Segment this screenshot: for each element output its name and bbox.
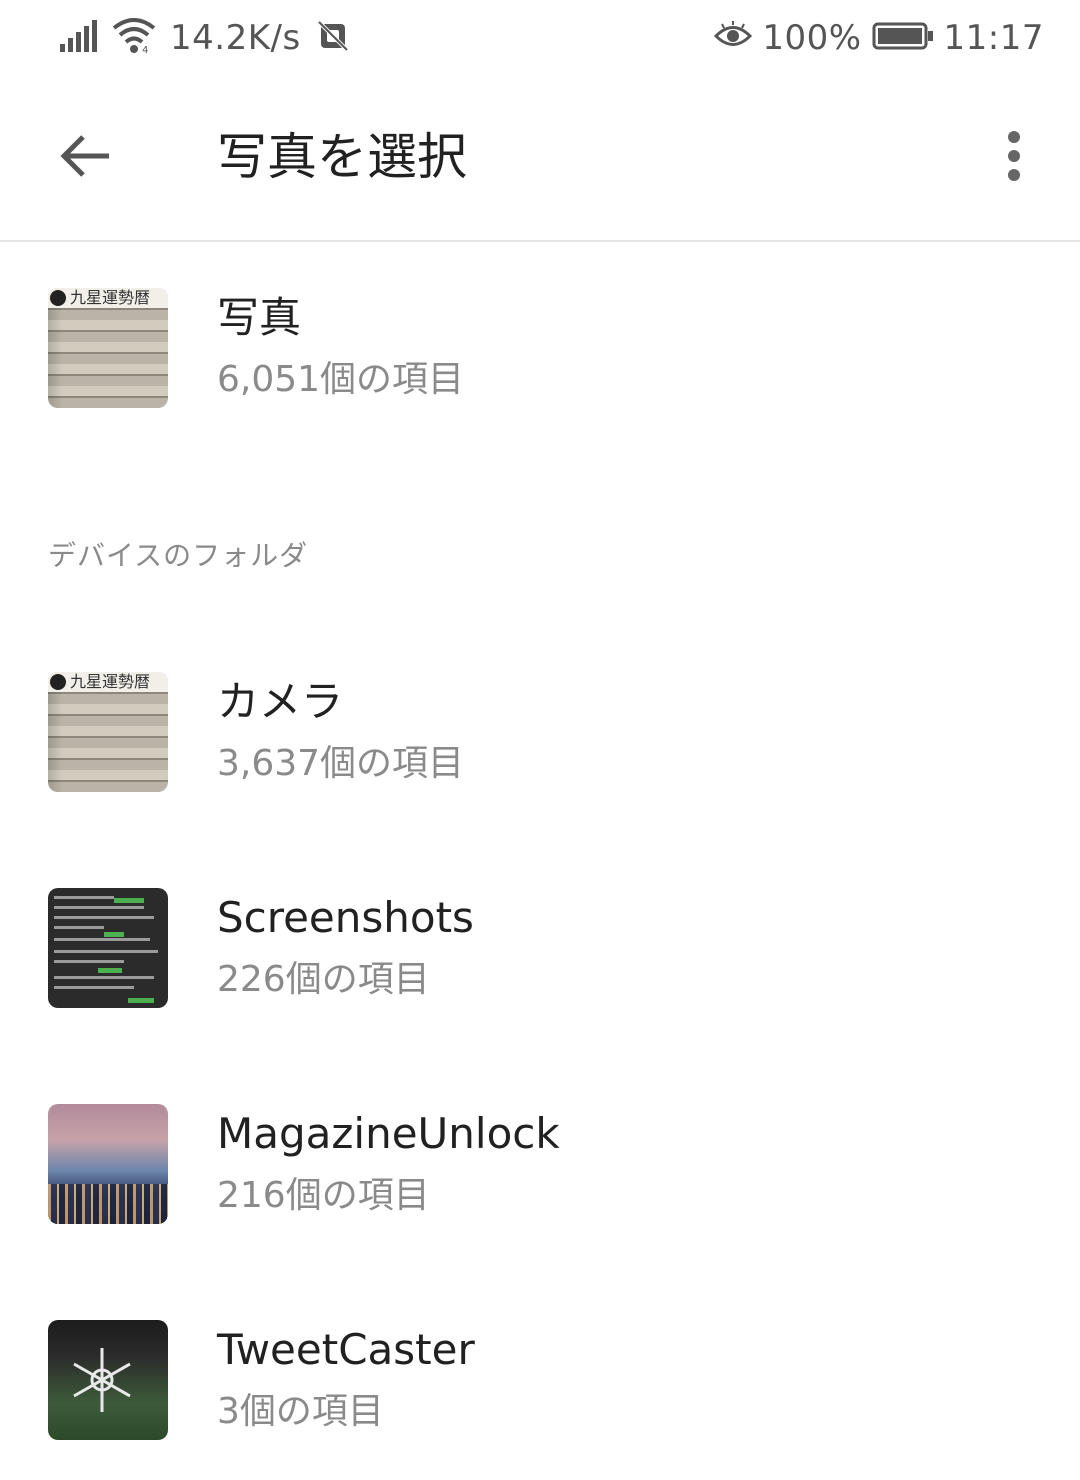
folder-thumbnail <box>48 1104 168 1224</box>
folder-title: Screenshots <box>217 893 474 942</box>
status-right: 100% 11:17 <box>714 14 1044 62</box>
more-options-button[interactable] <box>980 126 1048 190</box>
mute-icon <box>315 18 351 58</box>
clock: 11:17 <box>943 18 1044 58</box>
status-bar: 4 14.2K/s 100% 11:17 <box>0 0 1080 76</box>
folder-count: 3個の項目 <box>217 1391 384 1432</box>
folder-thumbnail <box>48 888 168 1008</box>
signal-icon <box>58 18 98 58</box>
folder-count: 3,637個の項目 <box>217 743 465 784</box>
thumbnail-heading-text: 九星運勢暦 <box>70 288 151 307</box>
thumbnail-heading: 九星運勢暦 <box>48 288 168 308</box>
battery-icon <box>872 21 934 55</box>
section-header-device-folders: デバイスのフォルダ <box>48 539 309 572</box>
folder-row-tweetcaster[interactable]: TweetCaster 3個の項目 <box>0 1320 1080 1480</box>
thumbnail-heading: 九星運勢暦 <box>48 672 168 692</box>
folder-title: カメラ <box>217 677 344 726</box>
album-row-photos[interactable]: 九星運勢暦 写真 6,051個の項目 <box>0 288 1080 448</box>
folder-count: 216個の項目 <box>217 1175 430 1216</box>
wifi-icon: 4 <box>112 18 156 58</box>
eye-comfort-icon <box>714 21 753 55</box>
album-title: 写真 <box>217 293 302 342</box>
arrow-back-icon <box>59 134 111 182</box>
folder-thumbnail: 九星運勢暦 <box>48 672 168 792</box>
page-title: 写真を選択 <box>217 128 467 186</box>
svg-text:4: 4 <box>142 45 148 54</box>
net-speed: 14.2K/s <box>170 18 301 58</box>
app-bar: 写真を選択 <box>0 76 1080 242</box>
folder-row-camera[interactable]: 九星運勢暦 カメラ 3,637個の項目 <box>0 672 1080 832</box>
thumbnail-heading-text: 九星運勢暦 <box>70 672 151 691</box>
status-left: 4 14.2K/s <box>58 14 351 62</box>
back-button[interactable] <box>50 120 120 196</box>
folder-row-screenshots[interactable]: Screenshots 226個の項目 <box>0 888 1080 1048</box>
album-thumbnail: 九星運勢暦 <box>48 288 168 408</box>
folder-title: MagazineUnlock <box>217 1109 560 1158</box>
folder-thumbnail <box>48 1320 168 1440</box>
folder-count: 226個の項目 <box>217 959 430 1000</box>
folder-row-magazineunlock[interactable]: MagazineUnlock 216個の項目 <box>0 1104 1080 1264</box>
more-vert-icon <box>1007 130 1021 186</box>
album-count: 6,051個の項目 <box>217 359 465 400</box>
battery-percent: 100% <box>762 18 862 58</box>
folder-title: TweetCaster <box>217 1325 475 1374</box>
